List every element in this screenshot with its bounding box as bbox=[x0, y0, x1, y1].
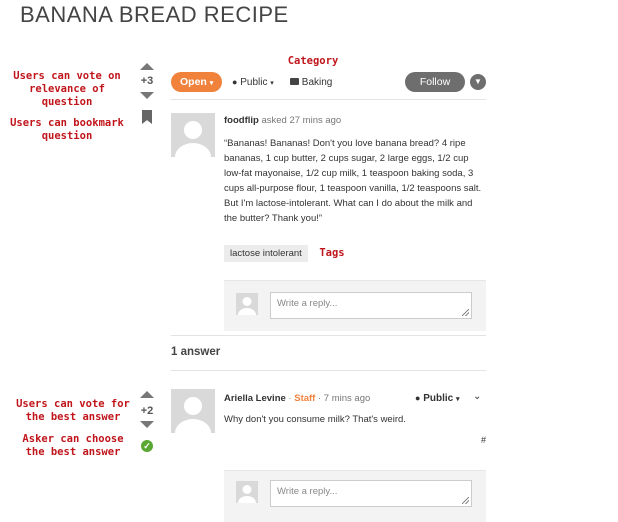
follow-button[interactable]: Follow bbox=[405, 72, 465, 92]
annotation-category: Category bbox=[287, 55, 339, 67]
page-title: BANANA BREAD RECIPE bbox=[20, 2, 289, 27]
annotation-tags: Tags bbox=[319, 247, 345, 259]
annotation-vote-answer: Users can vote for the best answer bbox=[16, 398, 130, 423]
staff-badge: Staff bbox=[294, 393, 316, 404]
answer-options-chevron-icon[interactable]: ⌄ bbox=[473, 391, 481, 402]
answers-count-heading: 1 answer bbox=[171, 346, 221, 358]
annotation-bookmark: Users can bookmark question bbox=[10, 117, 124, 142]
answer-vote-count: +2 bbox=[140, 405, 154, 417]
upvote-question-button[interactable] bbox=[140, 63, 154, 70]
answer-author-avatar[interactable] bbox=[171, 389, 215, 433]
bookmark-icon[interactable] bbox=[142, 110, 152, 124]
tag-chip[interactable]: lactose intolerant bbox=[224, 245, 308, 262]
caret-down-icon: ▾ bbox=[456, 396, 460, 403]
visibility-dropdown[interactable]: ● Public ▾ bbox=[232, 77, 274, 88]
answer-permalink[interactable]: # bbox=[481, 435, 486, 445]
more-options-chevron-icon[interactable]: ▼ bbox=[470, 74, 486, 90]
question-reply-box: Write a reply... bbox=[224, 280, 486, 331]
annotation-choose-best: Asker can choose the best answer bbox=[22, 433, 124, 458]
globe-icon: ● bbox=[232, 77, 238, 87]
divider bbox=[171, 370, 486, 371]
current-user-avatar bbox=[236, 481, 258, 503]
upvote-answer-button[interactable] bbox=[140, 391, 154, 398]
divider bbox=[171, 335, 486, 336]
question-meta: foodflip asked 27 mins ago bbox=[224, 115, 341, 126]
question-body: “Bananas! Bananas! Don't you love banana… bbox=[224, 138, 482, 224]
answer-visibility-dropdown[interactable]: ● Public ▾ bbox=[415, 393, 460, 404]
caret-down-icon: ▾ bbox=[270, 80, 274, 87]
question-asked-time: asked 27 mins ago bbox=[261, 115, 342, 126]
category-link[interactable]: Baking bbox=[290, 77, 332, 88]
accept-answer-check-icon[interactable]: ✓ bbox=[141, 440, 153, 452]
question-author-link[interactable]: foodflip bbox=[224, 115, 259, 126]
answer-reply-box: Write a reply... bbox=[224, 470, 486, 522]
globe-icon: ● bbox=[415, 393, 421, 403]
answer-body: Why don't you consume milk? That's weird… bbox=[224, 414, 406, 425]
folder-icon bbox=[290, 78, 299, 85]
status-dropdown-button[interactable]: Open ▾ bbox=[171, 72, 223, 92]
annotation-vote-question: Users can vote on relevance of question bbox=[13, 70, 121, 108]
resize-handle-icon[interactable] bbox=[462, 309, 469, 316]
answer-time: · 7 mins ago bbox=[318, 393, 371, 404]
question-vote-count: +3 bbox=[140, 75, 154, 87]
downvote-question-button[interactable] bbox=[140, 92, 154, 99]
answer-reply-input[interactable]: Write a reply... bbox=[270, 480, 472, 507]
answer-author-link[interactable]: Ariella Levine bbox=[224, 393, 286, 404]
divider bbox=[171, 99, 486, 100]
resize-handle-icon[interactable] bbox=[462, 497, 469, 504]
current-user-avatar bbox=[236, 293, 258, 315]
answer-meta: Ariella Levine · Staff · 7 mins ago bbox=[224, 393, 371, 404]
question-reply-input[interactable]: Write a reply... bbox=[270, 292, 472, 319]
caret-down-icon: ▾ bbox=[209, 80, 214, 87]
downvote-answer-button[interactable] bbox=[140, 421, 154, 428]
question-author-avatar[interactable] bbox=[171, 113, 215, 157]
